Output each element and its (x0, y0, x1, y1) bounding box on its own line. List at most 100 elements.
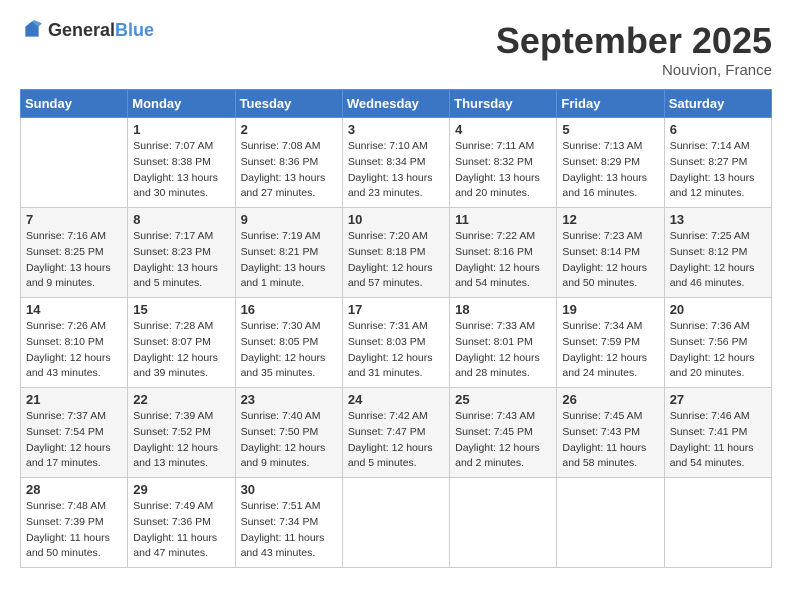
day-info: Sunrise: 7:51 AM Sunset: 7:34 PM Dayligh… (241, 499, 337, 562)
calendar-cell: 8Sunrise: 7:17 AM Sunset: 8:23 PM Daylig… (128, 208, 235, 298)
calendar-cell: 12 Sunrise: 7:23 AM Sunset: 8:14 PM Dayli… (557, 208, 664, 298)
day-info: Sunrise: 7:34 AM Sunset: 7:59 PM Dayligh… (562, 319, 658, 382)
day-info: Sunrise: 7:14 AM Sunset: 8:27 PM Dayligh… (670, 139, 766, 202)
calendar-cell: 22 Sunrise: 7:39 AM Sunset: 7:52 PM Dayli… (128, 388, 235, 478)
day-number: 14 (26, 302, 122, 317)
logo-icon (20, 20, 44, 40)
calendar-cell: 30 Sunrise: 7:51 AM Sunset: 7:34 PM Dayli… (235, 478, 342, 568)
column-header-thursday: Thursday (450, 90, 557, 118)
column-header-saturday: Saturday (664, 90, 771, 118)
day-number: 13 (670, 212, 766, 227)
day-info: Sunrise: 7:07 AM Sunset: 8:38 PM Dayligh… (133, 139, 229, 202)
day-info: Sunrise: 7:26 AM Sunset: 8:10 PM Dayligh… (26, 319, 122, 382)
calendar-cell: 26 Sunrise: 7:45 AM Sunset: 7:43 PM Dayli… (557, 388, 664, 478)
day-info: Sunrise: 7:37 AM Sunset: 7:54 PM Dayligh… (26, 409, 122, 472)
calendar-cell (450, 478, 557, 568)
title-block: September 2025 Nouvion, France (496, 20, 772, 79)
day-info: Sunrise: 7:49 AM Sunset: 7:36 PM Dayligh… (133, 499, 229, 562)
day-info: Sunrise: 7:30 AM Sunset: 8:05 PM Dayligh… (241, 319, 337, 382)
day-number: 19 (562, 302, 658, 317)
day-info: Sunrise: 7:28 AM Sunset: 8:07 PM Dayligh… (133, 319, 229, 382)
day-info: Sunrise: 7:42 AM Sunset: 7:47 PM Dayligh… (348, 409, 444, 472)
week-row-5: 28 Sunrise: 7:48 AM Sunset: 7:39 PM Dayli… (21, 478, 772, 568)
calendar-cell: 23 Sunrise: 7:40 AM Sunset: 7:50 PM Dayli… (235, 388, 342, 478)
day-number: 27 (670, 392, 766, 407)
day-number: 26 (562, 392, 658, 407)
calendar-cell (21, 118, 128, 208)
day-info: Sunrise: 7:10 AM Sunset: 8:34 PM Dayligh… (348, 139, 444, 202)
calendar-cell: 24 Sunrise: 7:42 AM Sunset: 7:47 PM Dayli… (342, 388, 449, 478)
day-info: Sunrise: 7:43 AM Sunset: 7:45 PM Dayligh… (455, 409, 551, 472)
day-info: Sunrise: 7:11 AM Sunset: 8:32 PM Dayligh… (455, 139, 551, 202)
calendar-cell: 17 Sunrise: 7:31 AM Sunset: 8:03 PM Dayli… (342, 298, 449, 388)
calendar-cell (342, 478, 449, 568)
day-info: Sunrise: 7:19 AM Sunset: 8:21 PM Dayligh… (241, 229, 337, 292)
calendar-cell: 5 Sunrise: 7:13 AM Sunset: 8:29 PM Daylig… (557, 118, 664, 208)
day-number: 7 (26, 212, 122, 227)
calendar-cell: 7Sunrise: 7:16 AM Sunset: 8:25 PM Daylig… (21, 208, 128, 298)
week-row-4: 21 Sunrise: 7:37 AM Sunset: 7:54 PM Dayli… (21, 388, 772, 478)
day-number: 15 (133, 302, 229, 317)
calendar-cell: 14 Sunrise: 7:26 AM Sunset: 8:10 PM Dayli… (21, 298, 128, 388)
calendar-cell: 3Sunrise: 7:10 AM Sunset: 8:34 PM Daylig… (342, 118, 449, 208)
logo: General Blue (20, 20, 154, 40)
calendar-cell: 21 Sunrise: 7:37 AM Sunset: 7:54 PM Dayli… (21, 388, 128, 478)
day-number: 25 (455, 392, 551, 407)
day-info: Sunrise: 7:13 AM Sunset: 8:29 PM Dayligh… (562, 139, 658, 202)
calendar-header-row: SundayMondayTuesdayWednesdayThursdayFrid… (21, 90, 772, 118)
day-number: 6 (670, 122, 766, 137)
day-number: 9 (241, 212, 337, 227)
day-info: Sunrise: 7:45 AM Sunset: 7:43 PM Dayligh… (562, 409, 658, 472)
day-info: Sunrise: 7:20 AM Sunset: 8:18 PM Dayligh… (348, 229, 444, 292)
week-row-3: 14 Sunrise: 7:26 AM Sunset: 8:10 PM Dayli… (21, 298, 772, 388)
column-header-sunday: Sunday (21, 90, 128, 118)
calendar-cell: 27 Sunrise: 7:46 AM Sunset: 7:41 PM Dayli… (664, 388, 771, 478)
day-number: 8 (133, 212, 229, 227)
page-header: General Blue September 2025 Nouvion, Fra… (20, 20, 772, 79)
day-info: Sunrise: 7:39 AM Sunset: 7:52 PM Dayligh… (133, 409, 229, 472)
calendar-cell: 18Sunrise: 7:33 AM Sunset: 8:01 PM Dayli… (450, 298, 557, 388)
day-number: 21 (26, 392, 122, 407)
day-number: 1 (133, 122, 229, 137)
day-number: 29 (133, 482, 229, 497)
day-info: Sunrise: 7:23 AM Sunset: 8:14 PM Dayligh… (562, 229, 658, 292)
day-number: 24 (348, 392, 444, 407)
calendar-cell: 16Sunrise: 7:30 AM Sunset: 8:05 PM Dayli… (235, 298, 342, 388)
calendar-cell: 11 Sunrise: 7:22 AM Sunset: 8:16 PM Dayli… (450, 208, 557, 298)
calendar-table: SundayMondayTuesdayWednesdayThursdayFrid… (20, 89, 772, 568)
logo-blue: Blue (115, 21, 154, 39)
calendar-cell: 29 Sunrise: 7:49 AM Sunset: 7:36 PM Dayli… (128, 478, 235, 568)
day-number: 11 (455, 212, 551, 227)
calendar-cell (557, 478, 664, 568)
day-number: 23 (241, 392, 337, 407)
day-number: 17 (348, 302, 444, 317)
day-number: 28 (26, 482, 122, 497)
day-number: 22 (133, 392, 229, 407)
calendar-cell: 2 Sunrise: 7:08 AM Sunset: 8:36 PM Daylig… (235, 118, 342, 208)
column-header-friday: Friday (557, 90, 664, 118)
calendar-cell: 20Sunrise: 7:36 AM Sunset: 7:56 PM Dayli… (664, 298, 771, 388)
day-info: Sunrise: 7:22 AM Sunset: 8:16 PM Dayligh… (455, 229, 551, 292)
logo-general: General (48, 21, 115, 39)
day-info: Sunrise: 7:08 AM Sunset: 8:36 PM Dayligh… (241, 139, 337, 202)
day-info: Sunrise: 7:40 AM Sunset: 7:50 PM Dayligh… (241, 409, 337, 472)
day-number: 5 (562, 122, 658, 137)
calendar-cell: 13 Sunrise: 7:25 AM Sunset: 8:12 PM Dayli… (664, 208, 771, 298)
column-header-monday: Monday (128, 90, 235, 118)
day-info: Sunrise: 7:36 AM Sunset: 7:56 PM Dayligh… (670, 319, 766, 382)
calendar-cell (664, 478, 771, 568)
calendar-cell: 1 Sunrise: 7:07 AM Sunset: 8:38 PM Daylig… (128, 118, 235, 208)
day-number: 2 (241, 122, 337, 137)
calendar-cell: 10 Sunrise: 7:20 AM Sunset: 8:18 PM Dayli… (342, 208, 449, 298)
day-number: 30 (241, 482, 337, 497)
calendar-cell: 19 Sunrise: 7:34 AM Sunset: 7:59 PM Dayli… (557, 298, 664, 388)
week-row-2: 7Sunrise: 7:16 AM Sunset: 8:25 PM Daylig… (21, 208, 772, 298)
day-info: Sunrise: 7:46 AM Sunset: 7:41 PM Dayligh… (670, 409, 766, 472)
day-info: Sunrise: 7:48 AM Sunset: 7:39 PM Dayligh… (26, 499, 122, 562)
day-info: Sunrise: 7:25 AM Sunset: 8:12 PM Dayligh… (670, 229, 766, 292)
location: Nouvion, France (496, 62, 772, 79)
day-info: Sunrise: 7:31 AM Sunset: 8:03 PM Dayligh… (348, 319, 444, 382)
day-number: 10 (348, 212, 444, 227)
column-header-tuesday: Tuesday (235, 90, 342, 118)
day-number: 12 (562, 212, 658, 227)
